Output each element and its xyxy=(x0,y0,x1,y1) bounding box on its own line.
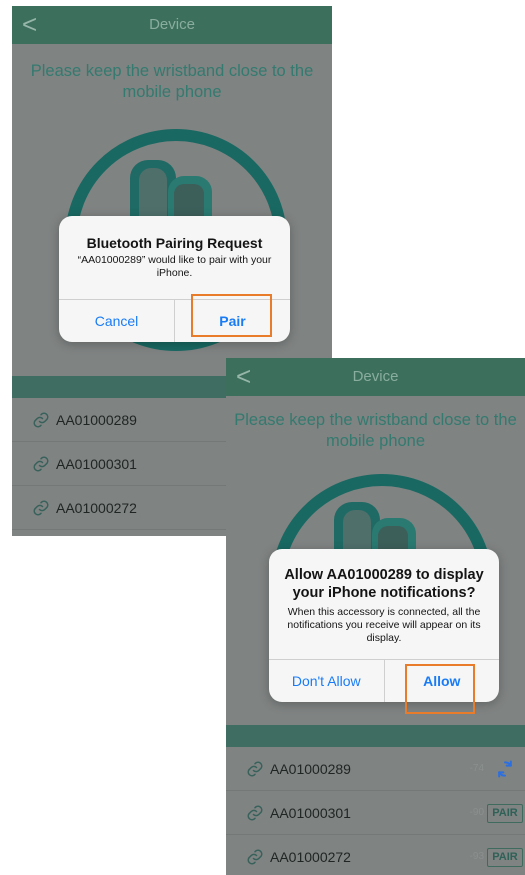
instruction-text: Please keep the wristband close to the m… xyxy=(30,62,314,101)
device-list: AA01000289 -74 AA01000301 -90 PAIR AA010… xyxy=(226,747,525,875)
signal-strength: -90 xyxy=(469,807,484,818)
back-chevron-icon[interactable]: < xyxy=(236,358,251,394)
pair-badge-button[interactable]: PAIR xyxy=(487,848,523,867)
link-icon xyxy=(33,456,49,471)
link-icon xyxy=(33,500,49,515)
notification-permission-screen: < Device Please keep the wristband close… xyxy=(226,358,525,875)
device-row[interactable]: AA01000272 -93 PAIR xyxy=(226,835,525,875)
device-row[interactable]: AA01000301 -90 PAIR xyxy=(226,791,525,835)
refresh-icon[interactable] xyxy=(495,759,515,779)
link-icon xyxy=(247,761,263,776)
device-row[interactable]: AA01000289 -74 xyxy=(226,747,525,791)
back-chevron-icon[interactable]: < xyxy=(22,6,37,42)
link-icon xyxy=(247,805,263,820)
device-name: AA01000301 xyxy=(270,804,351,821)
device-list-header xyxy=(226,725,525,747)
nav-bar: < Device xyxy=(226,358,525,396)
cancel-button[interactable]: Cancel xyxy=(59,300,174,342)
nav-title: Device xyxy=(149,16,195,33)
link-icon xyxy=(247,849,263,864)
link-icon xyxy=(33,412,49,427)
device-name: AA01000272 xyxy=(270,848,351,865)
alert-title: Allow AA01000289 to display your iPhone … xyxy=(284,567,484,601)
signal-strength: -74 xyxy=(469,763,484,774)
alert-message: “AA01000289” would like to pair with you… xyxy=(77,254,272,279)
device-name: AA01000301 xyxy=(56,455,137,472)
pair-button-highlight xyxy=(191,294,272,337)
signal-strength: -93 xyxy=(469,851,484,862)
device-name: AA01000289 xyxy=(270,760,351,777)
instruction-text: Please keep the wristband close to the m… xyxy=(234,411,517,450)
dont-allow-button[interactable]: Don't Allow xyxy=(269,660,384,702)
allow-button-highlight xyxy=(405,664,475,714)
alert-message: When this accessory is connected, all th… xyxy=(287,606,481,644)
pair-badge-button[interactable]: PAIR xyxy=(487,804,523,823)
device-name: AA01000289 xyxy=(56,411,137,428)
nav-bar: < Device xyxy=(12,6,332,44)
nav-title: Device xyxy=(352,368,399,385)
alert-title: Bluetooth Pairing Request xyxy=(86,235,263,251)
device-name: AA01000272 xyxy=(56,499,137,516)
